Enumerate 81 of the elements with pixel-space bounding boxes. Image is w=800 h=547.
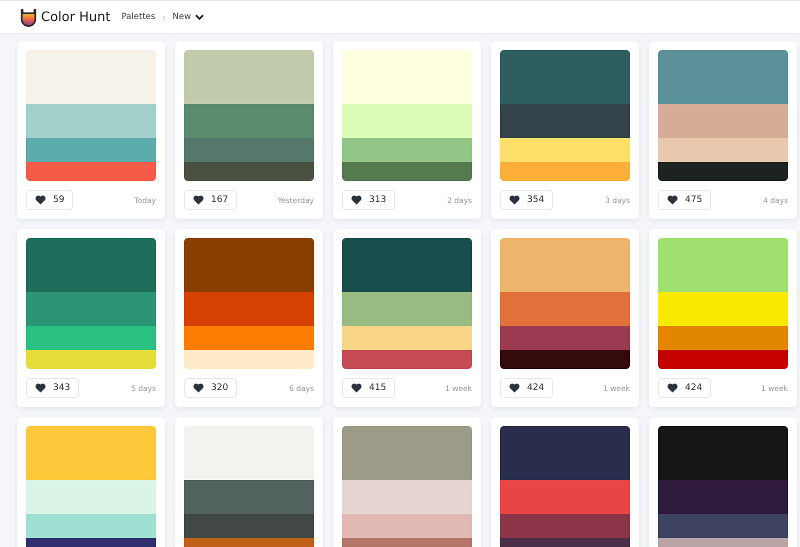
heart-icon <box>351 383 362 393</box>
color-swatch[interactable] <box>658 480 788 514</box>
color-swatch[interactable] <box>184 514 314 538</box>
breadcrumb-separator: › <box>162 12 166 22</box>
color-swatch[interactable] <box>342 138 472 162</box>
color-swatch[interactable] <box>26 238 156 292</box>
color-swatch[interactable] <box>342 292 472 326</box>
color-swatch[interactable] <box>184 50 314 104</box>
color-swatch[interactable] <box>342 350 472 369</box>
color-swatch[interactable] <box>342 326 472 350</box>
color-swatch[interactable] <box>500 480 630 514</box>
like-button[interactable]: 59 <box>26 190 74 210</box>
color-swatch[interactable] <box>342 514 472 538</box>
color-swatch[interactable] <box>500 426 630 480</box>
color-swatch[interactable] <box>342 162 472 181</box>
color-swatch[interactable] <box>500 138 630 162</box>
like-button[interactable]: 415 <box>342 378 396 398</box>
color-swatch[interactable] <box>26 104 156 138</box>
color-swatch[interactable] <box>342 480 472 514</box>
color-swatch[interactable] <box>26 326 156 350</box>
heart-icon <box>667 195 678 205</box>
color-swatch[interactable] <box>500 514 630 538</box>
heart-icon <box>35 195 46 205</box>
color-swatch[interactable] <box>184 426 314 480</box>
color-swatch[interactable] <box>658 292 788 326</box>
like-button[interactable]: 343 <box>26 378 80 398</box>
color-swatch[interactable] <box>500 50 630 104</box>
color-swatch[interactable] <box>500 350 630 369</box>
logo-icon[interactable] <box>20 8 37 26</box>
color-swatch[interactable] <box>658 238 788 292</box>
color-swatch[interactable] <box>26 292 156 326</box>
color-swatch[interactable] <box>342 238 472 292</box>
color-swatch[interactable] <box>658 50 788 104</box>
heart-icon <box>509 195 520 205</box>
color-swatch[interactable] <box>184 162 314 181</box>
color-swatch[interactable] <box>184 292 314 326</box>
color-swatch[interactable] <box>658 426 788 480</box>
color-swatch[interactable] <box>658 104 788 138</box>
color-swatch[interactable] <box>184 104 314 138</box>
color-swatch[interactable] <box>658 138 788 162</box>
heart-icon <box>667 383 678 393</box>
heart-icon <box>193 195 204 205</box>
color-swatch[interactable] <box>26 50 156 104</box>
color-swatch[interactable] <box>184 238 314 292</box>
color-swatch[interactable] <box>658 326 788 350</box>
chevron-down-icon <box>195 14 204 20</box>
like-button[interactable]: 354 <box>500 190 554 210</box>
color-swatch[interactable] <box>342 104 472 138</box>
like-button[interactable]: 320 <box>184 378 238 398</box>
color-swatch[interactable] <box>342 50 472 104</box>
color-swatch[interactable] <box>26 514 156 538</box>
heart-icon <box>193 383 204 393</box>
color-swatch[interactable] <box>500 238 630 292</box>
like-button[interactable]: 424 <box>658 378 712 398</box>
color-swatch[interactable] <box>184 138 314 162</box>
color-swatch[interactable] <box>26 426 156 480</box>
heart-icon <box>35 383 46 393</box>
breadcrumb-link[interactable]: Palettes <box>121 12 156 22</box>
color-swatch[interactable] <box>184 480 314 514</box>
like-button[interactable]: 475 <box>658 190 712 210</box>
color-swatch[interactable] <box>184 326 314 350</box>
color-swatch[interactable] <box>500 104 630 138</box>
color-swatch[interactable] <box>26 162 156 181</box>
heart-icon <box>509 383 520 393</box>
sort-dropdown[interactable]: New <box>172 12 204 22</box>
like-button[interactable]: 167 <box>184 190 238 210</box>
color-swatch[interactable] <box>500 326 630 350</box>
color-swatch[interactable] <box>184 350 314 369</box>
color-swatch[interactable] <box>342 426 472 480</box>
like-button[interactable]: 313 <box>342 190 396 210</box>
color-swatch[interactable] <box>658 514 788 538</box>
color-swatch[interactable] <box>658 350 788 369</box>
brand-name[interactable]: Color Hunt <box>41 10 110 24</box>
color-swatch[interactable] <box>26 350 156 369</box>
color-swatch[interactable] <box>26 138 156 162</box>
color-swatch[interactable] <box>658 162 788 181</box>
like-button[interactable]: 424 <box>500 378 554 398</box>
color-swatch[interactable] <box>26 480 156 514</box>
color-swatch[interactable] <box>500 292 630 326</box>
color-swatch[interactable] <box>500 162 630 181</box>
heart-icon <box>351 195 362 205</box>
